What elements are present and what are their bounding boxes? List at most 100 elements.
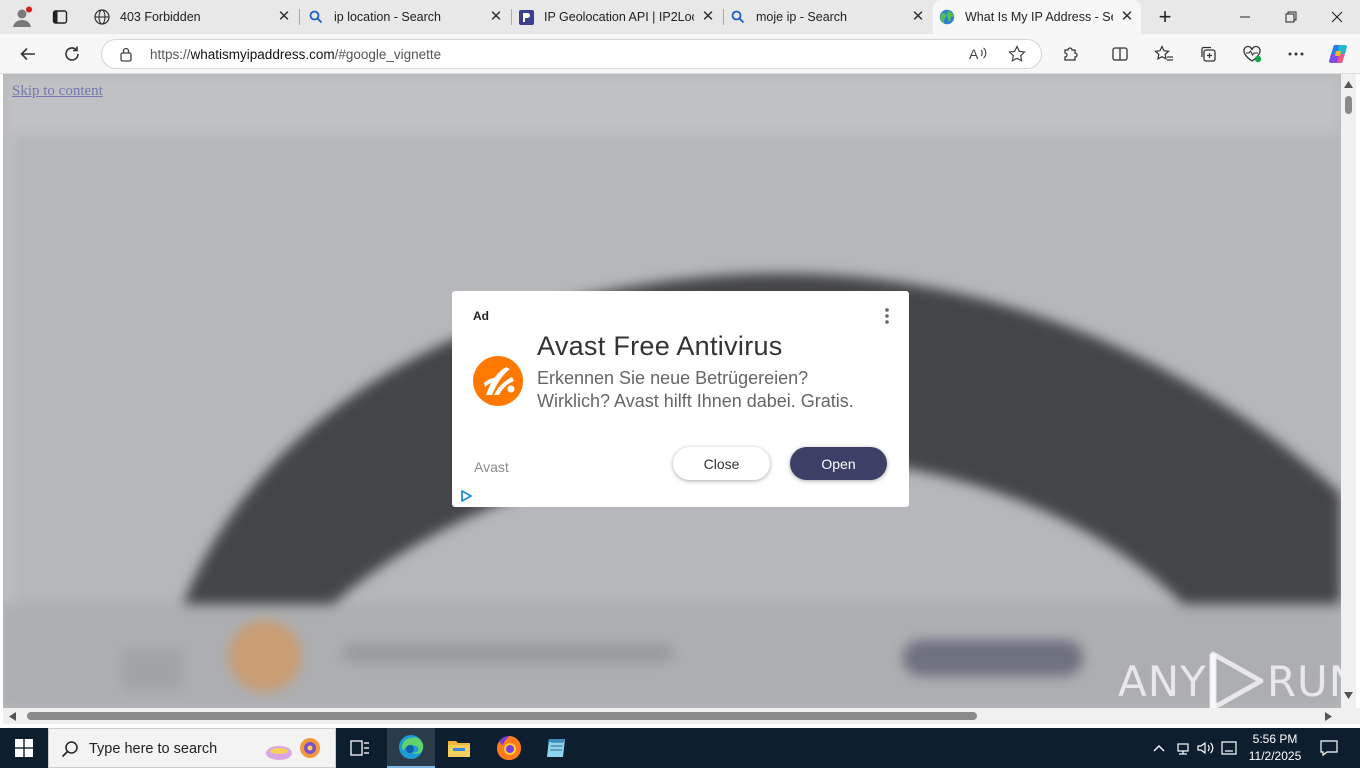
horizontal-scroll-thumb[interactable] [27, 712, 977, 720]
tray-ime-button[interactable] [1219, 728, 1239, 768]
back-button[interactable] [12, 38, 44, 70]
collections-button[interactable] [1192, 38, 1224, 70]
tray-overflow-button[interactable] [1148, 728, 1170, 768]
anyrun-watermark: ANY RUN [1118, 650, 1360, 712]
close-window-button[interactable] [1314, 0, 1360, 34]
scroll-down-arrow-icon[interactable] [1344, 692, 1353, 699]
adchoices-icon[interactable] [459, 489, 473, 503]
restore-icon [1285, 11, 1297, 23]
tab-close-button[interactable]: ✕ [488, 9, 504, 25]
address-toolbar: https://whatismyipaddress.com/#google_vi… [0, 34, 1360, 74]
taskbar-firefox-button[interactable] [485, 728, 533, 768]
file-explorer-icon [448, 741, 470, 757]
tab-whatismyipaddress[interactable]: What Is My IP Address - See Your Public … [933, 0, 1141, 34]
chevron-up-icon [1153, 745, 1165, 752]
search-icon [308, 9, 324, 25]
tray-network-button[interactable] [1173, 728, 1193, 768]
globe-color-icon [939, 9, 955, 25]
tab-ip2location[interactable]: IP Geolocation API | IP2Location ✕ [512, 0, 722, 34]
tab-close-button[interactable]: ✕ [910, 9, 926, 25]
tray-volume-button[interactable] [1195, 728, 1217, 768]
taskbar-clock[interactable]: 5:56 PM 11/2/2025 [1238, 731, 1312, 765]
split-screen-icon [1112, 47, 1128, 61]
clock-time: 5:56 PM [1252, 732, 1298, 746]
play-logo-icon [1209, 651, 1264, 711]
ip2location-icon [518, 9, 534, 25]
restore-button[interactable] [1268, 0, 1314, 34]
copilot-button[interactable] [1322, 38, 1354, 70]
firefox-icon [497, 736, 521, 760]
tab-title: moje ip - Search [756, 10, 848, 24]
favorites-list-icon [1154, 45, 1173, 61]
skip-to-content-link[interactable]: Skip to content [12, 83, 103, 100]
scroll-left-arrow-icon[interactable] [9, 712, 16, 721]
ad-description[interactable]: Erkennen Sie neue Betrügereien? Wirklich… [537, 367, 857, 412]
favorites-button[interactable] [1148, 38, 1180, 70]
tab-title: IP Geolocation API | IP2Location [544, 10, 694, 24]
scrollbar-corner [1341, 708, 1360, 724]
url-text: https://whatismyipaddress.com/#google_vi… [150, 47, 441, 62]
url-path: /#google_vignette [334, 47, 442, 62]
page-viewport: Skip to content Ad Avast Free Antivirus … [3, 74, 1341, 708]
read-aloud-icon[interactable]: A [968, 45, 988, 68]
close-icon [1331, 11, 1343, 23]
ad-close-button[interactable]: Close [673, 447, 770, 480]
taskbar-search-box[interactable]: Type here to search [48, 728, 336, 768]
notification-icon [1320, 740, 1338, 756]
tab-403-forbidden[interactable]: 403 Forbidden ✕ [84, 0, 298, 34]
extensions-button[interactable] [1055, 38, 1087, 70]
profile-avatar-icon [13, 6, 32, 27]
vertical-scroll-thumb[interactable] [1345, 96, 1352, 114]
tab-strip: 403 Forbidden ✕ ip location - Search ✕ I… [0, 0, 1360, 34]
taskbar-edge-button[interactable] [387, 728, 435, 768]
profile-button[interactable] [4, 0, 40, 34]
task-view-button[interactable] [336, 728, 384, 768]
tab-close-button[interactable]: ✕ [700, 9, 716, 25]
new-tab-button[interactable]: + [1146, 0, 1184, 34]
favorite-star-icon[interactable] [1008, 45, 1026, 68]
notifications-button[interactable] [1314, 728, 1344, 768]
ad-options-icon[interactable] [883, 307, 891, 325]
avast-logo-icon[interactable] [472, 355, 524, 407]
vertical-scrollbar[interactable] [1341, 74, 1356, 708]
collections-icon [1201, 46, 1216, 62]
refresh-icon [65, 46, 79, 61]
address-field[interactable]: https://whatismyipaddress.com/#google_vi… [101, 39, 1042, 69]
ad-open-button[interactable]: Open [790, 447, 887, 480]
tab-actions-button[interactable] [42, 0, 78, 34]
url-host: whatismyipaddress.com [190, 47, 335, 62]
search-icon [730, 9, 746, 25]
search-highlight-icon [266, 738, 320, 760]
copilot-icon [1329, 45, 1347, 63]
heart-pulse-icon [1243, 45, 1262, 63]
notepad-icon [547, 739, 565, 757]
scroll-right-arrow-icon[interactable] [1325, 712, 1332, 721]
more-dots-icon [1288, 52, 1304, 56]
clock-date: 11/2/2025 [1248, 749, 1302, 763]
puzzle-icon [1064, 47, 1078, 61]
scroll-up-arrow-icon[interactable] [1344, 81, 1353, 88]
ad-advertiser[interactable]: Avast [474, 459, 509, 475]
tab-title: What Is My IP Address - See Your Public … [965, 10, 1113, 24]
lock-icon[interactable] [119, 46, 133, 67]
ad-label: Ad [473, 309, 489, 323]
tab-close-button[interactable]: ✕ [276, 9, 292, 25]
tab-close-button[interactable]: ✕ [1119, 9, 1135, 25]
horizontal-scrollbar[interactable] [3, 708, 1341, 724]
tab-moje-ip-search[interactable]: moje ip - Search ✕ [724, 0, 932, 34]
vignette-ad-dialog: Ad Avast Free Antivirus Erkennen Sie neu… [452, 291, 909, 507]
taskbar-file-explorer-button[interactable] [435, 728, 483, 768]
settings-more-button[interactable] [1280, 38, 1312, 70]
tab-ip-location-search[interactable]: ip location - Search ✕ [300, 0, 510, 34]
taskbar-notepad-button[interactable] [533, 728, 581, 768]
split-screen-button[interactable] [1104, 38, 1136, 70]
refresh-button[interactable] [56, 38, 88, 70]
minimize-button[interactable] [1222, 0, 1268, 34]
minimize-icon [1240, 16, 1250, 18]
ad-title[interactable]: Avast Free Antivirus [537, 331, 783, 362]
browser-essentials-button[interactable] [1236, 38, 1268, 70]
start-button[interactable] [0, 728, 48, 768]
globe-icon [94, 9, 110, 25]
edge-icon [399, 735, 424, 759]
keyboard-icon [1221, 741, 1237, 755]
